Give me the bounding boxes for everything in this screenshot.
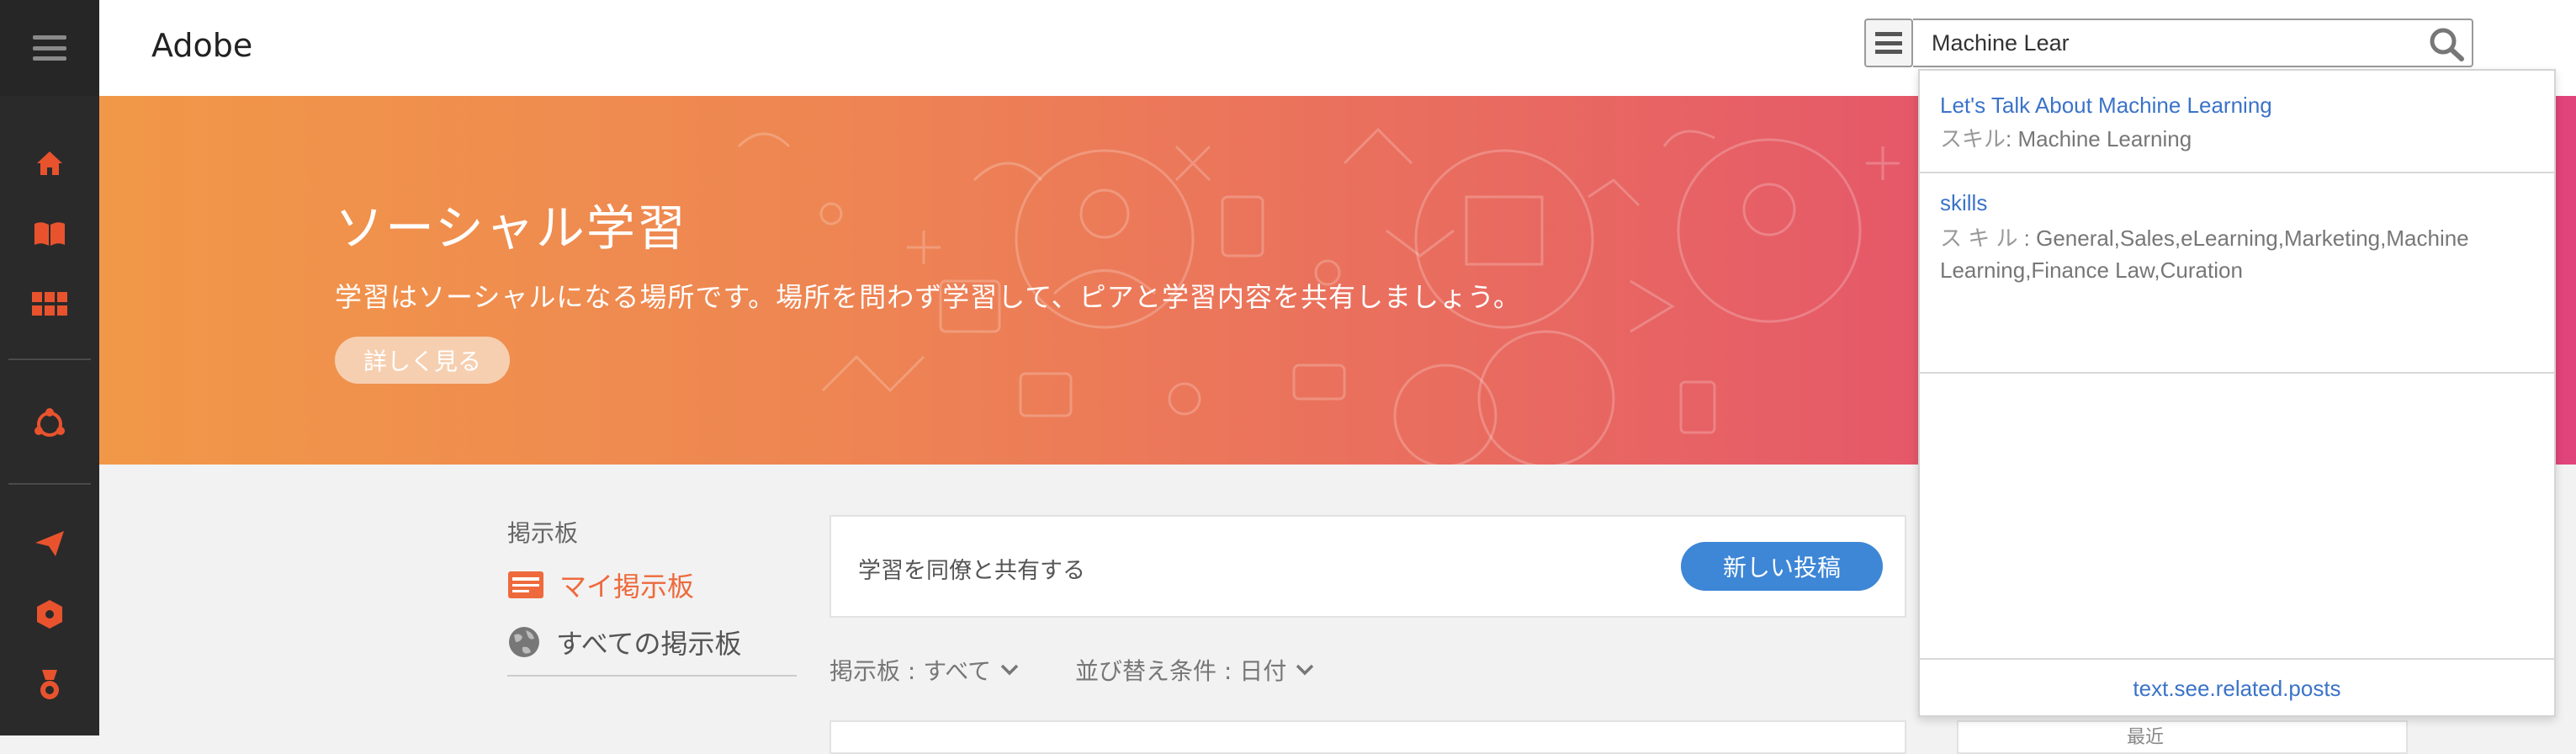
nav-social-button[interactable] xyxy=(0,399,99,449)
nav-home-button[interactable] xyxy=(0,138,99,188)
list-menu-icon xyxy=(1875,32,1902,54)
sort-filter-label: 並び替え条件 : 日付 xyxy=(1075,657,1287,685)
left-nav-rail xyxy=(0,0,99,735)
award-icon xyxy=(40,670,59,699)
my-boards-link[interactable]: マイ掲示板 xyxy=(507,566,694,604)
grid-icon xyxy=(32,292,67,316)
nav-grid-button[interactable] xyxy=(0,279,99,330)
board-filter-dropdown[interactable]: 掲示板 : すべて xyxy=(830,653,1020,687)
hero-subtitle: 学習はソーシャルになる場所です。場所を問わず学習して、ピアと学習内容を共有しまし… xyxy=(335,281,1522,313)
recent-card: 最近 xyxy=(1957,720,2408,754)
skill-value: : General,Sales,eLearning,Marketing,Mach… xyxy=(1940,226,2469,283)
skill-value: : Machine Learning xyxy=(2006,126,2192,151)
rail-divider xyxy=(8,483,91,485)
nav-send-button[interactable] xyxy=(0,518,99,569)
new-post-button[interactable]: 新しい投稿 xyxy=(1681,542,1883,591)
suggestion-title[interactable]: skills xyxy=(1940,190,1987,216)
search-options-button[interactable] xyxy=(1864,19,1913,67)
board-filter-label: 掲示板 : すべて xyxy=(830,657,992,685)
recent-card-title: 最近 xyxy=(2127,727,2165,748)
search-suggestions-dropdown: Let's Talk About Machine Learning スキル: M… xyxy=(1918,69,2556,717)
chevron-down-icon xyxy=(1296,664,1314,676)
all-boards-link[interactable]: すべての掲示板 xyxy=(507,623,741,661)
suggestion-item[interactable]: skills ス キ ル : General,Sales,eLearning,M… xyxy=(1920,173,2554,374)
boards-section-label: 掲示板 xyxy=(507,519,579,547)
sort-filter-dropdown[interactable]: 並び替え条件 : 日付 xyxy=(1075,653,1315,687)
board-card-icon xyxy=(508,571,543,598)
home-icon xyxy=(37,151,62,175)
suggestion-meta: ス キ ル : General,Sales,eLearning,Marketin… xyxy=(1940,222,2520,286)
search-input[interactable] xyxy=(1913,19,2473,67)
send-icon xyxy=(35,531,64,556)
my-boards-label: マイ掲示板 xyxy=(559,571,695,603)
brand-title: Adobe xyxy=(151,27,253,64)
chevron-down-icon xyxy=(1000,664,1019,676)
post-composer[interactable]: 学習を同僚と共有する 新しい投稿 xyxy=(830,515,1906,618)
badge-icon xyxy=(37,600,62,629)
suggestion-item[interactable]: Let's Talk About Machine Learning スキル: M… xyxy=(1920,71,2554,173)
learn-more-button[interactable]: 詳しく見る xyxy=(335,337,510,384)
nav-catalog-button[interactable] xyxy=(0,209,99,259)
skill-label: ス キ ル xyxy=(1940,226,2018,251)
globe-icon xyxy=(509,627,539,657)
skill-label: スキル xyxy=(1940,126,2006,151)
hero-title: ソーシャル学習 xyxy=(335,199,687,257)
menu-icon xyxy=(33,35,66,61)
book-icon xyxy=(34,222,65,246)
suggestion-meta: スキル: Machine Learning xyxy=(1940,123,2520,155)
suggestion-title[interactable]: Let's Talk About Machine Learning xyxy=(1940,93,2272,119)
nav-award-button[interactable] xyxy=(0,660,99,710)
rail-divider xyxy=(8,358,91,360)
search-icon[interactable] xyxy=(2426,25,2467,62)
menu-toggle-button[interactable] xyxy=(0,0,99,96)
nav-badge-button[interactable] xyxy=(0,589,99,640)
post-placeholder[interactable]: 学習を同僚と共有する xyxy=(858,552,1085,585)
see-related-posts-link[interactable]: text.see.related.posts xyxy=(1920,658,2554,717)
all-boards-label: すべての掲示板 xyxy=(556,628,742,660)
feed-card xyxy=(830,720,1906,754)
divider xyxy=(507,675,797,677)
social-icon xyxy=(34,408,65,437)
